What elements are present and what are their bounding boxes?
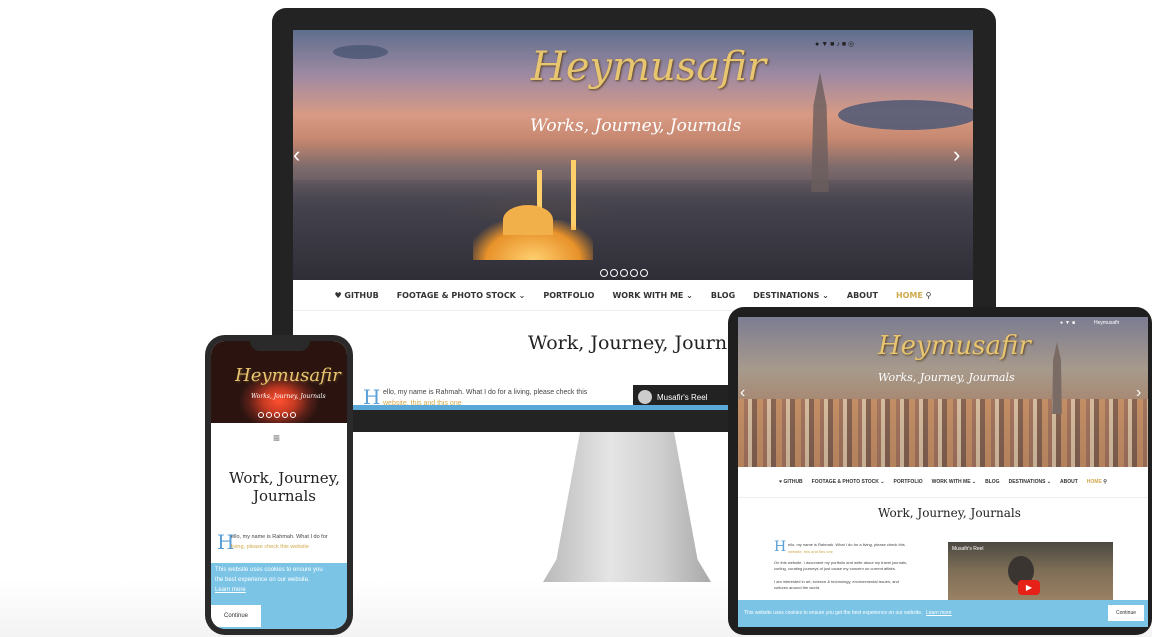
tablet-drop-cap: H	[774, 539, 787, 555]
tablet-cookie-text: This website uses cookies to ensure you …	[744, 610, 923, 616]
tablet-social-icons[interactable]: ●▼■	[1060, 320, 1077, 326]
social-icons[interactable]: ●▼■♪■◎	[815, 40, 856, 48]
tablet-continue-button[interactable]: Continue	[1108, 605, 1144, 621]
tablet-prev-arrow-icon[interactable]: ‹	[740, 382, 745, 404]
instagram-icon[interactable]: ■	[1072, 320, 1077, 326]
phone-continue-button[interactable]: Continue	[211, 605, 261, 627]
nav-item-footage[interactable]: FOOTAGE & PHOTO STOCK ⌄	[397, 291, 526, 300]
tablet-nav-destinations[interactable]: DESTINATIONS ⌄	[1009, 479, 1051, 485]
nav-item-home[interactable]: HOME ⚲	[896, 291, 932, 300]
tablet-screen: ●▼■ Heymusafir Heymusafir Works, Journey…	[738, 317, 1148, 627]
channel-avatar	[638, 390, 652, 404]
phone-hero: Heymusafir Works, Journey, Journals	[211, 341, 347, 423]
tower-silhouette	[811, 72, 829, 192]
phone-tagline: Works, Journey, Journals	[251, 393, 326, 400]
tablet-hero: ●▼■ Heymusafir Heymusafir Works, Journey…	[738, 317, 1148, 467]
phone-logo[interactable]: Heymusafir	[235, 365, 341, 386]
tablet-intro-line6: cultures around the world.	[774, 585, 821, 590]
tablet-intro-line1: ello, my name is Rahmah. What I do for a…	[788, 542, 905, 547]
nav-item-github[interactable]: ♥ GITHUB	[334, 291, 378, 300]
tablet-nav-footage[interactable]: FOOTAGE & PHOTO STOCK ⌄	[812, 479, 885, 485]
video-title: Musafir's Reel	[657, 393, 708, 402]
phone-screen: Heymusafir Works, Journey, Journals ≡ Wo…	[211, 341, 347, 629]
tablet-nav-home[interactable]: HOME ⚲	[1087, 479, 1107, 485]
tablet-tagline: Works, Journey, Journals	[878, 371, 1015, 384]
twitter-icon[interactable]: ▼	[1065, 320, 1072, 326]
tablet-nav-portfolio[interactable]: PORTFOLIO	[893, 479, 922, 485]
nav-item-destinations[interactable]: DESTINATIONS ⌄	[753, 291, 829, 300]
intro-text: ello, my name is Rahmah. What I do for a…	[383, 389, 588, 396]
slider-dot[interactable]	[282, 412, 288, 418]
twitter-icon[interactable]: ▼	[821, 41, 830, 48]
nav-item-portfolio[interactable]: PORTFOLIO	[543, 291, 594, 300]
tablet-top-label: Heymusafir	[1094, 320, 1120, 326]
tablet-video-embed[interactable]: Musafir's Reel ▶	[948, 542, 1113, 604]
tablet-intro-line3: On this website, I document my portfolio…	[774, 560, 908, 565]
slider-dot[interactable]	[290, 412, 296, 418]
search-icon[interactable]: ⚲	[1103, 479, 1107, 485]
slider-dot[interactable]	[610, 269, 618, 277]
slider-dot[interactable]	[274, 412, 280, 418]
slider-dot[interactable]	[630, 269, 638, 277]
tablet-nav-github[interactable]: ♥ GITHUB	[779, 479, 803, 485]
tablet-nav: ♥ GITHUB FOOTAGE & PHOTO STOCK ⌄ PORTFOL…	[738, 467, 1148, 498]
phone-cookie-text-1: This website uses cookies to ensure you	[215, 567, 323, 573]
tablet-city	[738, 399, 1148, 467]
phone-cookie-text-2: the best experience on our website.	[215, 577, 310, 583]
tablet-video-title: Musafir's Reel	[952, 546, 984, 552]
hero-banner: ●▼■♪■◎ Heymusafir Works, Journey, Journa…	[293, 30, 973, 280]
cloud	[838, 100, 973, 130]
tablet-logo[interactable]: Heymusafir	[878, 331, 1031, 361]
site-logo[interactable]: Heymusafir	[531, 44, 766, 90]
phone-slider-dots[interactable]	[257, 405, 297, 423]
tablet-learn-more-link[interactable]: Learn more	[926, 610, 952, 616]
next-slide-arrow-icon[interactable]: ›	[953, 144, 960, 166]
prev-slide-arrow-icon[interactable]: ‹	[293, 144, 300, 166]
slider-dot[interactable]	[600, 269, 608, 277]
phone-learn-more-link[interactable]: Learn more	[215, 587, 246, 593]
slider-dot[interactable]	[620, 269, 628, 277]
cloud	[333, 45, 388, 59]
tablet-cookie-banner: This website uses cookies to ensure you …	[738, 600, 1148, 627]
tablet-intro-line4: curling, curating journeys of just cause…	[774, 566, 896, 571]
tablet-nav-about[interactable]: ABOUT	[1060, 479, 1078, 485]
slider-dot[interactable]	[640, 269, 648, 277]
tablet-nav-work-with-me[interactable]: WORK WITH ME ⌄	[932, 479, 976, 485]
slider-dot[interactable]	[266, 412, 272, 418]
phone-intro-line2[interactable]: living, please check this website	[231, 544, 309, 550]
site-tagline: Works, Journey, Journals	[530, 116, 742, 136]
mosque-dome	[503, 205, 553, 235]
slider-dot[interactable]	[258, 412, 264, 418]
youtube-play-icon[interactable]: ▶	[1018, 580, 1040, 595]
monitor-stand	[543, 432, 711, 582]
tablet-intro-line2[interactable]: website, this and this one	[788, 549, 833, 554]
search-icon[interactable]: ⚲	[926, 291, 932, 300]
nav-item-work-with-me[interactable]: WORK WITH ME ⌄	[612, 291, 692, 300]
phone-title-line2: Journals	[253, 487, 316, 505]
tablet-next-arrow-icon[interactable]: ›	[1136, 382, 1141, 404]
phone-title-line1: Work, Journey,	[229, 469, 340, 487]
hamburger-icon[interactable]: ≡	[273, 431, 280, 445]
nav-item-blog[interactable]: BLOG	[711, 291, 735, 300]
tablet-nav-home-label: HOME	[1086, 479, 1102, 485]
nav-item-about[interactable]: ABOUT	[847, 291, 878, 300]
page-title: Work, Journey, Journals	[528, 332, 755, 354]
tablet-intro-line5: I am interested in art, science & techno…	[774, 579, 899, 584]
nav-home-label: HOME	[895, 290, 923, 300]
phone-intro-line1: ello, my name is Rahmah. What I do for	[231, 534, 328, 540]
tablet-nav-blog[interactable]: BLOG	[985, 479, 999, 485]
phone-notch	[250, 339, 310, 351]
camera-icon[interactable]: ◎	[848, 41, 856, 48]
tablet-page-title: Work, Journey, Journals	[878, 506, 1021, 520]
